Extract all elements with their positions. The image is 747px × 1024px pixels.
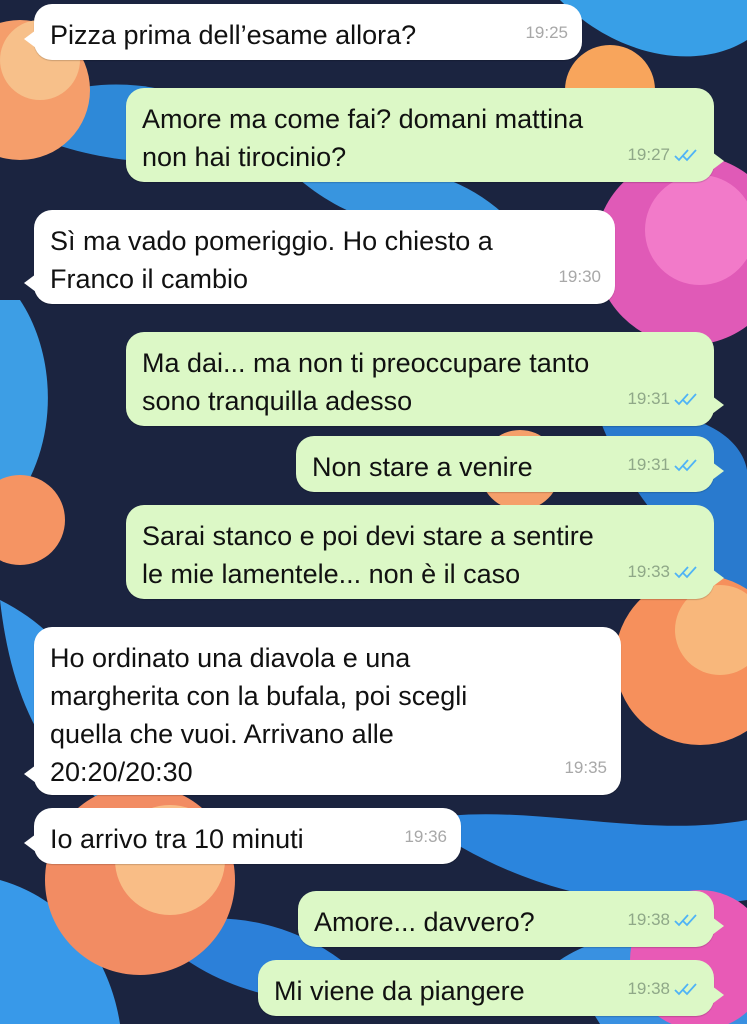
message-bubble-incoming[interactable]: Pizza prima dell’esame allora? 19:25 [24,4,582,60]
message-time: 19:25 [525,23,568,42]
message-text: Io arrivo tra 10 minuti [50,824,304,854]
message-time: 19:35 [564,758,607,777]
message-time: 19:30 [558,267,601,286]
message-text: Ma dai... ma non ti preoccupare tanto so… [142,348,590,416]
message-text: Ho ordinato una diavola e una margherita… [50,643,468,787]
read-ticks-icon [674,458,700,472]
read-ticks-icon [674,148,700,162]
message-bubble-outgoing[interactable]: Ma dai... ma non ti preoccupare tanto so… [126,332,724,426]
message-meta: 19:31 [627,380,700,418]
chat-thread: Pizza prima dell’esame allora? 19:25 Amo… [0,0,747,1024]
message-time: 19:36 [404,827,447,846]
message-time: 19:38 [627,979,670,998]
message-meta: 19:33 [627,553,700,591]
message-time: 19:31 [627,455,670,474]
read-ticks-icon [674,982,700,996]
message-meta: 19:31 [627,446,700,484]
message-bubble-outgoing[interactable]: Non stare a venire 19:31 [296,436,724,492]
message-bubble-outgoing[interactable]: Sarai stanco e poi devi stare a sentire … [126,505,724,599]
message-text: Sì ma vado pomeriggio. Ho chiesto a Fran… [50,226,493,294]
message-time: 19:27 [627,145,670,164]
message-time: 19:38 [627,910,670,929]
message-meta: 19:35 [564,749,607,787]
message-time: 19:33 [627,562,670,581]
message-meta: 19:38 [627,970,700,1008]
message-time: 19:31 [627,389,670,408]
message-bubble-incoming[interactable]: Io arrivo tra 10 minuti 19:36 [24,808,461,864]
message-meta: 19:38 [627,901,700,939]
message-bubble-outgoing[interactable]: Amore ma come fai? domani mattina non ha… [126,88,724,182]
read-ticks-icon [674,565,700,579]
message-meta: 19:30 [558,258,601,296]
message-bubble-outgoing[interactable]: Amore... davvero? 19:38 [298,891,724,947]
message-bubble-incoming[interactable]: Sì ma vado pomeriggio. Ho chiesto a Fran… [24,210,615,304]
read-ticks-icon [674,913,700,927]
message-text: Amore ma come fai? domani mattina non ha… [142,104,584,172]
read-ticks-icon [674,392,700,406]
message-text: Sarai stanco e poi devi stare a sentire … [142,521,594,589]
message-meta: 19:36 [404,818,447,856]
message-text: Pizza prima dell’esame allora? [50,20,417,50]
message-bubble-outgoing[interactable]: Mi viene da piangere 19:38 [258,960,724,1016]
message-bubble-incoming[interactable]: Ho ordinato una diavola e una margherita… [24,627,621,795]
message-meta: 19:27 [627,136,700,174]
message-meta: 19:25 [525,14,568,52]
